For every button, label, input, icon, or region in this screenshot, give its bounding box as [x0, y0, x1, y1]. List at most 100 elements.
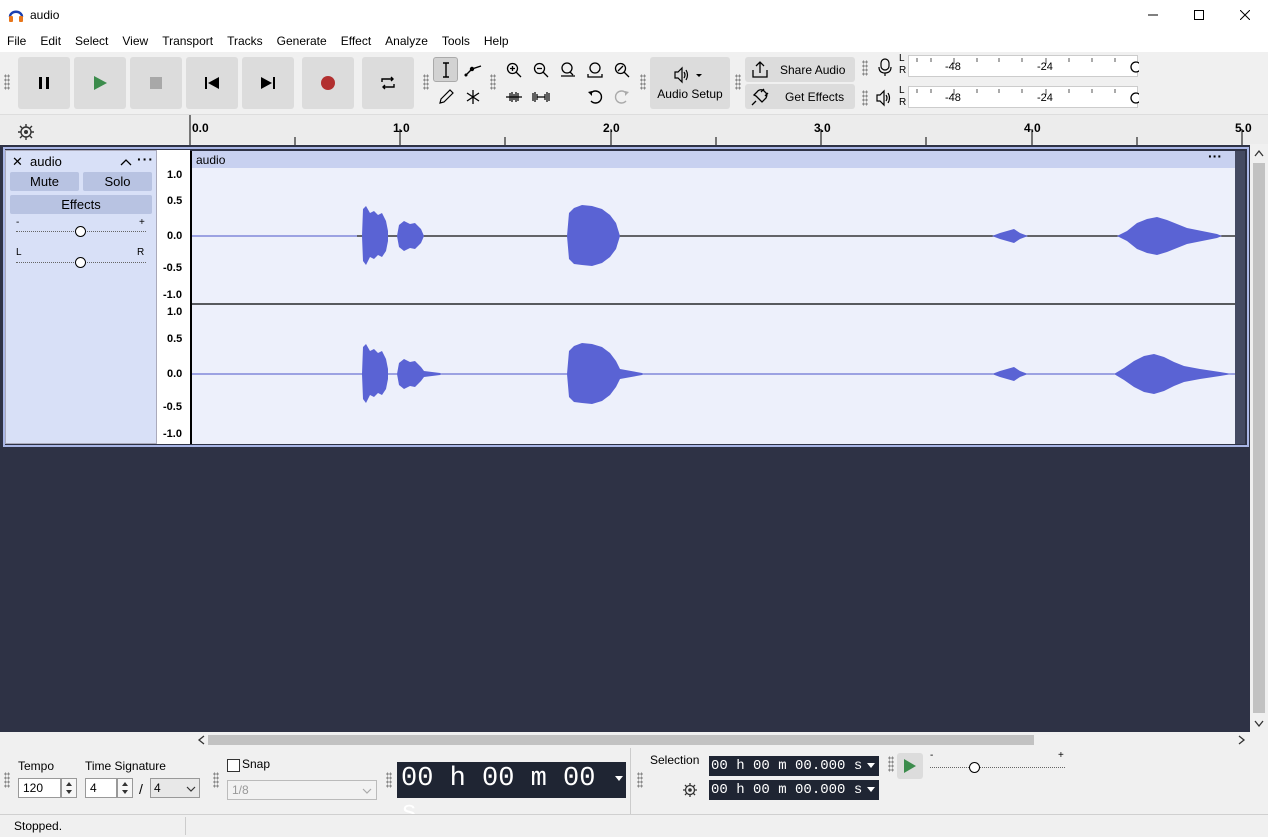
time-format-dropdown-icon[interactable] — [615, 776, 623, 782]
menu-tracks[interactable]: Tracks — [220, 30, 270, 52]
toolbar-grip[interactable] — [862, 60, 868, 76]
play-button[interactable] — [74, 57, 126, 109]
pause-button[interactable] — [18, 57, 70, 109]
menu-view[interactable]: View — [115, 30, 155, 52]
snap-checkbox[interactable] — [227, 759, 240, 772]
menu-edit[interactable]: Edit — [33, 30, 68, 52]
close-button[interactable] — [1222, 0, 1268, 30]
record-button[interactable] — [302, 57, 354, 109]
zoom-toggle-button[interactable] — [609, 57, 634, 82]
undo-button[interactable] — [582, 84, 607, 109]
silence-audio-button[interactable] — [528, 84, 553, 109]
redo-icon — [614, 89, 629, 104]
gain-slider-thumb[interactable] — [75, 226, 86, 237]
stop-button[interactable] — [130, 57, 182, 109]
track-name[interactable]: audio — [30, 154, 62, 169]
time-signature-denominator[interactable]: 4 — [150, 778, 200, 798]
selection-start-time[interactable]: 00 h 00 m 00.000 s — [709, 756, 879, 776]
selection-settings-icon[interactable] — [680, 780, 700, 800]
track-control-panel[interactable]: ✕ audio ··· Mute Solo Effects - + L R — [5, 150, 157, 444]
horizontal-scrollbar[interactable] — [195, 732, 1255, 748]
menu-transport[interactable]: Transport — [155, 30, 220, 52]
multi-tool-button[interactable] — [460, 84, 485, 109]
timeline-settings-icon[interactable] — [15, 121, 37, 143]
i-beam-icon — [442, 61, 449, 78]
menu-select[interactable]: Select — [68, 30, 115, 52]
waveform — [192, 205, 1237, 404]
share-audio-button[interactable]: Share Audio — [745, 57, 855, 82]
toolbar-grip[interactable] — [423, 74, 429, 90]
tempo-spinner[interactable] — [61, 778, 77, 798]
envelope-tool-button[interactable] — [460, 57, 485, 82]
get-effects-button[interactable]: Get Effects — [745, 84, 855, 109]
chevron-down-icon[interactable] — [867, 763, 875, 769]
play-icon — [904, 759, 916, 773]
fit-project-button[interactable] — [582, 57, 607, 82]
toolbar-grip[interactable] — [888, 756, 894, 772]
mute-button[interactable]: Mute — [10, 172, 79, 191]
microphone-icon[interactable] — [875, 57, 895, 77]
selection-end-time[interactable]: 00 h 00 m 00.000 s — [709, 780, 879, 800]
speaker-icon[interactable] — [875, 88, 895, 108]
fit-selection-button[interactable] — [555, 57, 580, 82]
record-meter[interactable]: -48 -24 — [908, 55, 1139, 77]
redo-button[interactable] — [609, 84, 634, 109]
amplitude-scale[interactable]: 1.0 0.5 0.0 -0.5 -1.0 1.0 0.5 0.0 -0.5 -… — [157, 150, 190, 444]
menu-file[interactable]: File — [0, 30, 33, 52]
menu-generate[interactable]: Generate — [270, 30, 334, 52]
numerator-spinner[interactable] — [117, 778, 133, 798]
track-menu-icon[interactable]: ··· — [137, 151, 154, 167]
scroll-right-icon[interactable] — [1238, 735, 1246, 745]
collapse-chevron-icon[interactable] — [120, 157, 132, 167]
track-close-icon[interactable]: ✕ — [12, 154, 23, 170]
trim-audio-button[interactable] — [501, 84, 526, 109]
speed-slider-thumb[interactable] — [969, 762, 980, 773]
time-display[interactable]: 00 h 00 m 00 s — [397, 762, 626, 828]
toolbar-grip[interactable] — [213, 772, 219, 788]
zoom-out-icon — [533, 62, 548, 77]
zoom-out-button[interactable] — [528, 57, 553, 82]
pan-slider-thumb[interactable] — [75, 257, 86, 268]
loop-button[interactable] — [362, 57, 414, 109]
menu-analyze[interactable]: Analyze — [378, 30, 435, 52]
speed-slider-track[interactable] — [930, 767, 1065, 768]
maximize-button[interactable] — [1176, 0, 1222, 30]
toolbar-grip[interactable] — [4, 74, 10, 90]
toolbar-grip[interactable] — [637, 772, 643, 788]
chevron-down-icon[interactable] — [867, 787, 875, 793]
toolbar-grip[interactable] — [4, 772, 10, 788]
horizontal-scroll-thumb[interactable] — [208, 735, 1034, 745]
toolbar-grip[interactable] — [490, 74, 496, 90]
vertical-scrollbar[interactable] — [1250, 145, 1268, 732]
skip-to-end-button[interactable] — [242, 57, 294, 109]
minimize-button[interactable] — [1130, 0, 1176, 30]
toolbar-grip[interactable] — [735, 74, 741, 90]
scroll-up-icon[interactable] — [1254, 149, 1264, 157]
chevron-down-icon — [362, 788, 372, 794]
skip-to-start-button[interactable] — [186, 57, 238, 109]
toolbar-grip[interactable] — [640, 74, 646, 90]
snap-select[interactable]: 1/8 — [227, 780, 377, 800]
menu-tools[interactable]: Tools — [435, 30, 477, 52]
scroll-down-icon[interactable] — [1254, 719, 1264, 727]
zoom-in-button[interactable] — [501, 57, 526, 82]
menu-effect[interactable]: Effect — [334, 30, 378, 52]
menu-help[interactable]: Help — [477, 30, 516, 52]
toolbar-grip[interactable] — [862, 90, 868, 106]
selection-tool-button[interactable] — [433, 57, 458, 82]
playback-meter[interactable]: -48 -24 — [908, 86, 1139, 108]
tempo-input[interactable]: 120 — [18, 778, 61, 798]
solo-button[interactable]: Solo — [83, 172, 152, 191]
time-signature-numerator[interactable]: 4 — [85, 778, 117, 798]
audio-setup-button[interactable]: Audio Setup — [650, 57, 730, 109]
audio-clip[interactable]: audio ··· — [190, 148, 1237, 444]
timeline-ruler[interactable]: 0.0 1.0 2.0 3.0 4.0 5.0 — [0, 114, 1268, 145]
toolbar-grip[interactable] — [386, 772, 392, 788]
play-at-speed-button[interactable] — [897, 753, 923, 779]
record-meter-channels: L R — [899, 53, 906, 77]
effects-button[interactable]: Effects — [10, 195, 152, 214]
time-signature-label: Time Signature — [85, 759, 166, 773]
vertical-scroll-thumb[interactable] — [1253, 163, 1265, 713]
scroll-left-icon[interactable] — [197, 735, 205, 745]
draw-tool-button[interactable] — [433, 84, 458, 109]
